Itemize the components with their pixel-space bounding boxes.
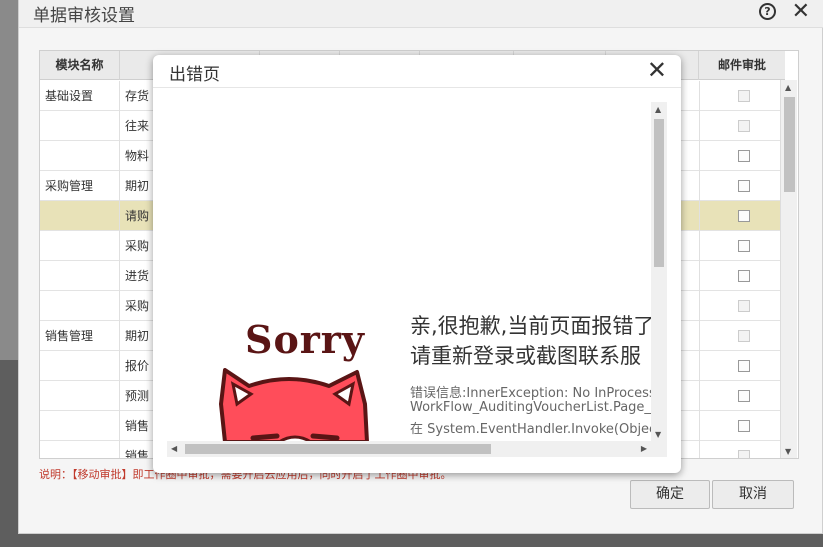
scrollbar-thumb[interactable] (185, 444, 491, 454)
mail-approval-cell (699, 201, 785, 231)
mail-approval-cell (699, 141, 785, 171)
mail-approval-cell (699, 291, 785, 321)
mail-approval-checkbox[interactable] (738, 180, 750, 192)
module-name-cell (40, 441, 120, 458)
mail-approval-cell (699, 381, 785, 411)
mail-approval-cell (699, 171, 785, 201)
mail-approval-checkbox[interactable] (738, 150, 750, 162)
mail-approval-cell (699, 111, 785, 141)
mail-approval-checkbox[interactable] (738, 210, 750, 222)
module-name-cell (40, 111, 120, 141)
mail-approval-cell (699, 261, 785, 291)
mail-approval-checkbox[interactable] (738, 450, 750, 458)
error-page-frame: Sorry 亲,很抱歉,当前页面报错了 请重新登录或截图联系服 错误信息:Inn… (167, 102, 667, 457)
fox-mascot-icon (219, 368, 369, 444)
mail-approval-checkbox[interactable] (738, 390, 750, 402)
cancel-button[interactable]: 取消 (712, 480, 794, 509)
mail-approval-cell (699, 411, 785, 441)
mail-approval-cell (699, 81, 785, 111)
module-name-cell (40, 261, 120, 291)
mail-approval-cell (699, 441, 785, 458)
module-name-cell (40, 351, 120, 381)
mail-approval-checkbox[interactable] (738, 420, 750, 432)
sorry-text: Sorry (245, 317, 365, 362)
dialog-title: 单据审核设置 (33, 6, 135, 26)
ok-button[interactable]: 确定 (630, 480, 710, 509)
table-vertical-scrollbar[interactable]: ▲ ▼ (780, 80, 797, 458)
module-name-cell: 基础设置 (40, 81, 120, 111)
dialog-header: 单据审核设置 ? ✕ (19, 0, 823, 28)
error-message-line-1: 亲,很抱歉,当前页面报错了 (410, 314, 655, 338)
mail-approval-checkbox[interactable] (738, 300, 750, 312)
scroll-down-arrow-icon[interactable]: ▼ (785, 447, 791, 456)
error-dialog-header: 出错页 ✕ (153, 55, 681, 88)
scroll-up-arrow-icon[interactable]: ▲ (655, 105, 661, 114)
mail-approval-checkbox[interactable] (738, 360, 750, 372)
module-name-cell (40, 291, 120, 321)
help-icon[interactable]: ? (759, 3, 776, 20)
scrollbar-thumb[interactable] (654, 119, 664, 267)
mail-approval-checkbox[interactable] (738, 270, 750, 282)
mail-approval-cell (699, 321, 785, 351)
scroll-right-arrow-icon[interactable]: ▶ (641, 444, 647, 453)
close-icon[interactable]: ✕ (792, 0, 810, 24)
module-name-cell: 采购管理 (40, 171, 120, 201)
column-header-mail[interactable]: 邮件审批 (699, 51, 785, 80)
scroll-left-arrow-icon[interactable]: ◀ (171, 444, 177, 453)
module-name-cell (40, 411, 120, 441)
error-detail-line-1: 错误信息:InnerException: No InProcess (410, 386, 656, 401)
module-name-cell: 销售管理 (40, 321, 120, 351)
module-name-cell (40, 381, 120, 411)
module-name-cell (40, 231, 120, 261)
scroll-down-arrow-icon[interactable]: ▼ (655, 430, 661, 439)
scrollbar-thumb[interactable] (784, 97, 795, 192)
error-message-line-2: 请重新登录或截图联系服 (410, 344, 641, 368)
error-horizontal-scrollbar[interactable]: ◀ ▶ (167, 441, 651, 457)
error-dialog: 出错页 ✕ Sorry 亲,很抱歉,当前页面报错了 请重新登录或截图联系服 错误… (153, 55, 681, 473)
error-dialog-title: 出错页 (169, 65, 220, 85)
column-header-module[interactable]: 模块名称 (40, 51, 120, 80)
error-detail-line-3: 在 System.EventHandler.Invoke(Object (410, 422, 662, 437)
scrollbar-corner (651, 441, 667, 457)
mail-approval-checkbox[interactable] (738, 90, 750, 102)
error-vertical-scrollbar[interactable]: ▲ ▼ (651, 102, 667, 441)
close-icon[interactable]: ✕ (647, 56, 667, 84)
mail-approval-checkbox[interactable] (738, 120, 750, 132)
error-detail-line-2: WorkFlow_AuditingVoucherList.Page_Lo (410, 400, 666, 415)
scroll-up-arrow-icon[interactable]: ▲ (785, 83, 791, 92)
module-name-cell (40, 141, 120, 171)
module-name-cell (40, 201, 120, 231)
mail-approval-checkbox[interactable] (738, 240, 750, 252)
mail-approval-checkbox[interactable] (738, 330, 750, 342)
mail-approval-cell (699, 351, 785, 381)
mail-approval-cell (699, 231, 785, 261)
